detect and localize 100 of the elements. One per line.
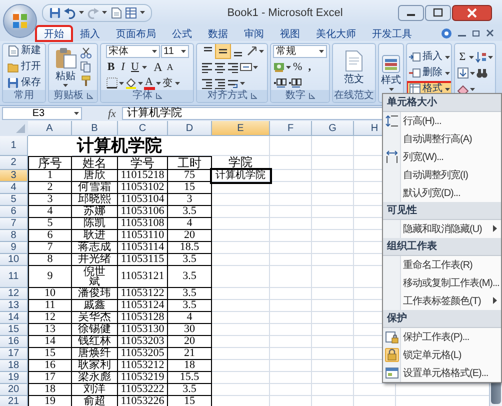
template-button[interactable]: 范文 (344, 50, 364, 84)
delete-button[interactable]: 删除 (407, 66, 451, 80)
underline-button[interactable]: U (130, 60, 140, 74)
font-size-field[interactable]: 11 (160, 44, 188, 58)
dialog-launcher-icon[interactable] (250, 93, 256, 99)
row-header[interactable]: 6 (0, 206, 28, 218)
name-box[interactable]: E3 (2, 107, 82, 120)
row-header[interactable]: 20 (0, 384, 28, 396)
ribbon-tab[interactable]: 视图 (272, 26, 308, 41)
menu-item[interactable]: 行高(H)... (383, 112, 501, 130)
border-icon[interactable] (106, 77, 118, 89)
row-header[interactable]: 7 (0, 218, 28, 230)
find-icon[interactable] (476, 67, 488, 79)
align-right-icon[interactable] (226, 61, 238, 73)
menu-item[interactable]: 锁定单元格(L) (383, 346, 501, 364)
wrap-text-icon[interactable] (226, 77, 238, 89)
fill-color-icon[interactable] (124, 77, 136, 89)
close-icon[interactable] (486, 29, 494, 37)
save-button[interactable]: 保存 (5, 76, 43, 90)
format-painter-icon[interactable] (80, 75, 92, 87)
close-button[interactable] (452, 4, 492, 20)
merge-icon[interactable] (240, 61, 252, 73)
row-header[interactable]: 21 (0, 396, 28, 406)
ribbon-tab[interactable]: 插入 (72, 26, 108, 41)
row-header[interactable]: 12 (0, 288, 28, 300)
dialog-launcher-icon[interactable] (86, 93, 92, 99)
row-header[interactable]: 11 (0, 266, 28, 288)
ribbon-tab[interactable]: 数据 (200, 26, 236, 41)
menu-item[interactable]: 设置单元格格式(E)... (383, 364, 501, 382)
column-header[interactable]: A (28, 121, 72, 136)
paste-button[interactable]: 粘贴 (54, 47, 76, 87)
cut-icon[interactable] (80, 47, 92, 59)
ribbon-tab[interactable]: 审阅 (236, 26, 272, 41)
styles-button[interactable]: 样式 (381, 55, 401, 91)
row-header[interactable]: 13 (0, 300, 28, 312)
percent-button[interactable]: % (292, 60, 304, 74)
row-header[interactable]: 1 (0, 136, 28, 156)
row-header[interactable]: 16 (0, 336, 28, 348)
ribbon-tab[interactable]: 公式 (164, 26, 200, 41)
column-header[interactable]: E (212, 121, 270, 136)
row-header[interactable]: 3 (0, 170, 28, 182)
insert-function-button[interactable]: fx (108, 108, 116, 120)
dialog-launcher-icon[interactable] (308, 93, 314, 99)
undo-icon[interactable] (64, 6, 76, 18)
decrease-indent-icon[interactable] (200, 77, 212, 89)
ribbon-tab[interactable]: 开发工具 (364, 26, 420, 41)
menu-item[interactable]: 移动或复制工作表(M)... (383, 274, 501, 292)
row-header[interactable]: 8 (0, 230, 28, 242)
column-header[interactable]: B (72, 121, 118, 136)
row-header[interactable]: 17 (0, 348, 28, 360)
increase-indent-icon[interactable] (214, 77, 226, 89)
menu-item[interactable]: 默认列宽(D)... (383, 184, 501, 202)
ribbon-tab[interactable]: 开始 (36, 26, 72, 41)
row-header[interactable]: 14 (0, 312, 28, 324)
column-header[interactable]: F (270, 121, 312, 136)
bold-button[interactable]: B (106, 60, 116, 74)
font-name-field[interactable]: 宋体 (106, 44, 160, 58)
menu-item[interactable]: 工作表标签颜色(T) (383, 292, 501, 310)
row-header[interactable]: 2 (0, 156, 28, 170)
table-icon[interactable] (125, 6, 137, 18)
save-icon[interactable] (49, 6, 61, 18)
menu-item[interactable]: 保护工作表(P)... (383, 328, 501, 346)
menu-item[interactable]: 隐藏和取消隐藏(U) (383, 220, 501, 238)
maximize-button[interactable] (425, 4, 451, 20)
dialog-launcher-icon[interactable] (156, 93, 162, 99)
grow-font-button[interactable]: A (152, 60, 164, 74)
row-header[interactable]: 10 (0, 254, 28, 266)
document-icon[interactable] (110, 6, 122, 18)
sum-button[interactable]: Σ (457, 50, 468, 64)
ribbon-tab[interactable]: 页面布局 (108, 26, 164, 41)
shrink-font-button[interactable]: A (164, 60, 176, 74)
decrease-decimal-icon[interactable] (288, 77, 302, 89)
column-header[interactable]: C (118, 121, 168, 136)
menu-item[interactable]: 列宽(W)... (383, 148, 501, 166)
open-button[interactable]: 打开 (5, 60, 43, 74)
help-icon[interactable] (441, 28, 452, 38)
comma-button[interactable]: , (304, 60, 316, 74)
ribbon-tab[interactable]: 美化大师 (308, 26, 364, 41)
phonetic-button[interactable]: 变 (162, 76, 174, 90)
italic-button[interactable]: I (118, 60, 128, 74)
fill-down-icon[interactable] (457, 67, 469, 79)
row-header[interactable]: 15 (0, 324, 28, 336)
menu-item[interactable]: 自动调整行高(A) (383, 130, 501, 148)
row-header[interactable]: 18 (0, 360, 28, 372)
column-header[interactable]: D (168, 121, 212, 136)
row-header[interactable]: 9 (0, 242, 28, 254)
copy-icon[interactable] (80, 61, 92, 73)
minimize-button[interactable] (398, 4, 424, 20)
new-button[interactable]: 新建 (5, 44, 43, 58)
align-center-icon[interactable] (214, 61, 226, 73)
restore-icon[interactable] (472, 29, 480, 37)
column-header[interactable]: G (312, 121, 354, 136)
row-header[interactable]: 4 (0, 182, 28, 194)
menu-item[interactable]: 重命名工作表(R) (383, 256, 501, 274)
increase-decimal-icon[interactable] (273, 77, 287, 89)
row-header[interactable]: 19 (0, 372, 28, 384)
insert-button[interactable]: 插入 (407, 50, 451, 64)
align-left-icon[interactable] (200, 61, 212, 73)
menu-item[interactable]: 自动调整列宽(I) (383, 166, 501, 184)
number-format-field[interactable]: 常规 (273, 44, 327, 58)
